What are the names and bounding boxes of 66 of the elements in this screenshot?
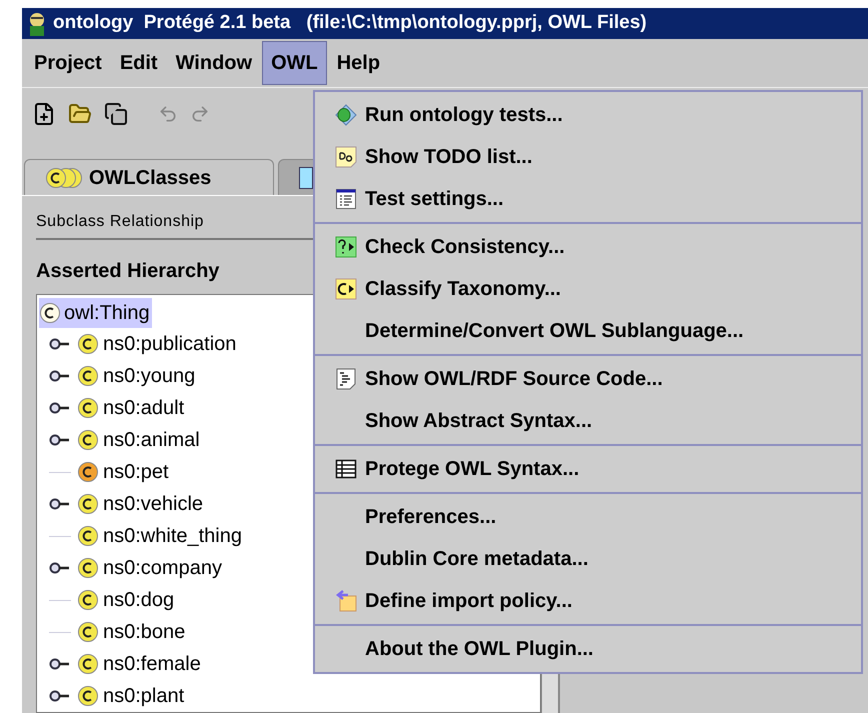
tree-item[interactable]: ns0:adult — [103, 393, 184, 423]
menu-option[interactable]: Show Abstract Syntax... — [315, 400, 861, 442]
class-icon — [77, 365, 99, 387]
tree-item[interactable]: ns0:young — [103, 361, 196, 391]
tree-item[interactable]: ns0:animal — [103, 425, 200, 455]
tree-item[interactable]: ns0:female — [103, 649, 201, 679]
tree-item[interactable]: ns0:publication — [103, 329, 236, 359]
expand-handle-icon[interactable] — [49, 690, 71, 702]
classify-icon — [335, 278, 357, 300]
class-icon — [77, 685, 99, 707]
tree-item[interactable]: owl:Thing — [39, 298, 152, 328]
menu-option[interactable]: Run ontology tests... — [315, 94, 861, 136]
expand-handle-icon[interactable] — [49, 498, 71, 510]
menu-item[interactable]: Help — [328, 40, 388, 85]
menu-item[interactable]: OWL — [262, 40, 327, 85]
window-title: ontology Protégé 2.1 beta (file:\C:\tmp\ontology.pprj, OWL Files) — [53, 11, 647, 36]
expand-handle-icon[interactable] — [49, 658, 71, 670]
tree-item[interactable]: ns0:pet — [103, 457, 169, 487]
tree-item[interactable]: ns0:vehicle — [103, 489, 204, 519]
menu-option[interactable]: About the OWL Plugin... — [315, 628, 861, 670]
class-icon — [39, 302, 61, 324]
import-arrow-icon — [335, 590, 357, 612]
hierarchy-title: Asserted Hierarchy — [36, 259, 220, 284]
menu-item[interactable]: Project — [26, 40, 110, 85]
class-icon — [77, 557, 99, 579]
table-icon — [335, 458, 357, 480]
tab[interactable]: OWLClasses — [24, 159, 274, 195]
tree-item[interactable]: ns0:white_thing — [103, 521, 242, 551]
menu-option[interactable]: Classify Taxonomy... — [315, 268, 861, 310]
class-icon — [77, 461, 99, 483]
bug-icon — [335, 104, 357, 126]
consistency-icon — [335, 236, 357, 258]
class-icon — [77, 653, 99, 675]
document-icon — [335, 368, 357, 390]
expand-handle-icon[interactable] — [49, 402, 71, 414]
menu-option[interactable]: Protege OWL Syntax... — [315, 448, 861, 490]
class-icon — [77, 333, 99, 355]
expand-handle-icon[interactable] — [49, 562, 71, 574]
class-icon — [77, 493, 99, 515]
menu-item[interactable]: Edit — [112, 40, 166, 85]
note-icon — [335, 146, 357, 168]
menu-option[interactable]: Show OWL/RDF Source Code... — [315, 358, 861, 400]
class-icon — [77, 525, 99, 547]
tree-item[interactable]: ns0:dog — [103, 585, 174, 615]
menu-option[interactable]: Determine/Convert OWL Sublanguage... — [315, 310, 861, 352]
save-all-icon[interactable] — [104, 102, 128, 126]
menu-option[interactable]: Dublin Core metadata... — [315, 538, 861, 580]
open-folder-icon[interactable] — [68, 102, 92, 126]
new-file-icon[interactable] — [32, 102, 56, 126]
tree-item[interactable]: ns0:company — [103, 553, 222, 583]
tree-item[interactable]: ns0:bone — [103, 617, 186, 647]
expand-handle-icon[interactable] — [49, 434, 71, 446]
expand-handle-icon[interactable] — [49, 370, 71, 382]
menu-item[interactable]: Window — [168, 40, 260, 85]
class-icon — [77, 621, 99, 643]
class-icon — [77, 429, 99, 451]
class-icon — [45, 166, 85, 188]
class-icon — [77, 397, 99, 419]
menu-option[interactable]: Preferences... — [315, 496, 861, 538]
tree-item[interactable]: ns0:plant — [103, 681, 184, 711]
menu-option[interactable]: Define import policy... — [315, 580, 861, 622]
menu-option[interactable]: Show TODO list... — [315, 136, 861, 178]
expand-handle-icon[interactable] — [49, 338, 71, 350]
list-icon — [335, 188, 357, 210]
tab-icon — [299, 166, 313, 188]
class-icon — [77, 589, 99, 611]
